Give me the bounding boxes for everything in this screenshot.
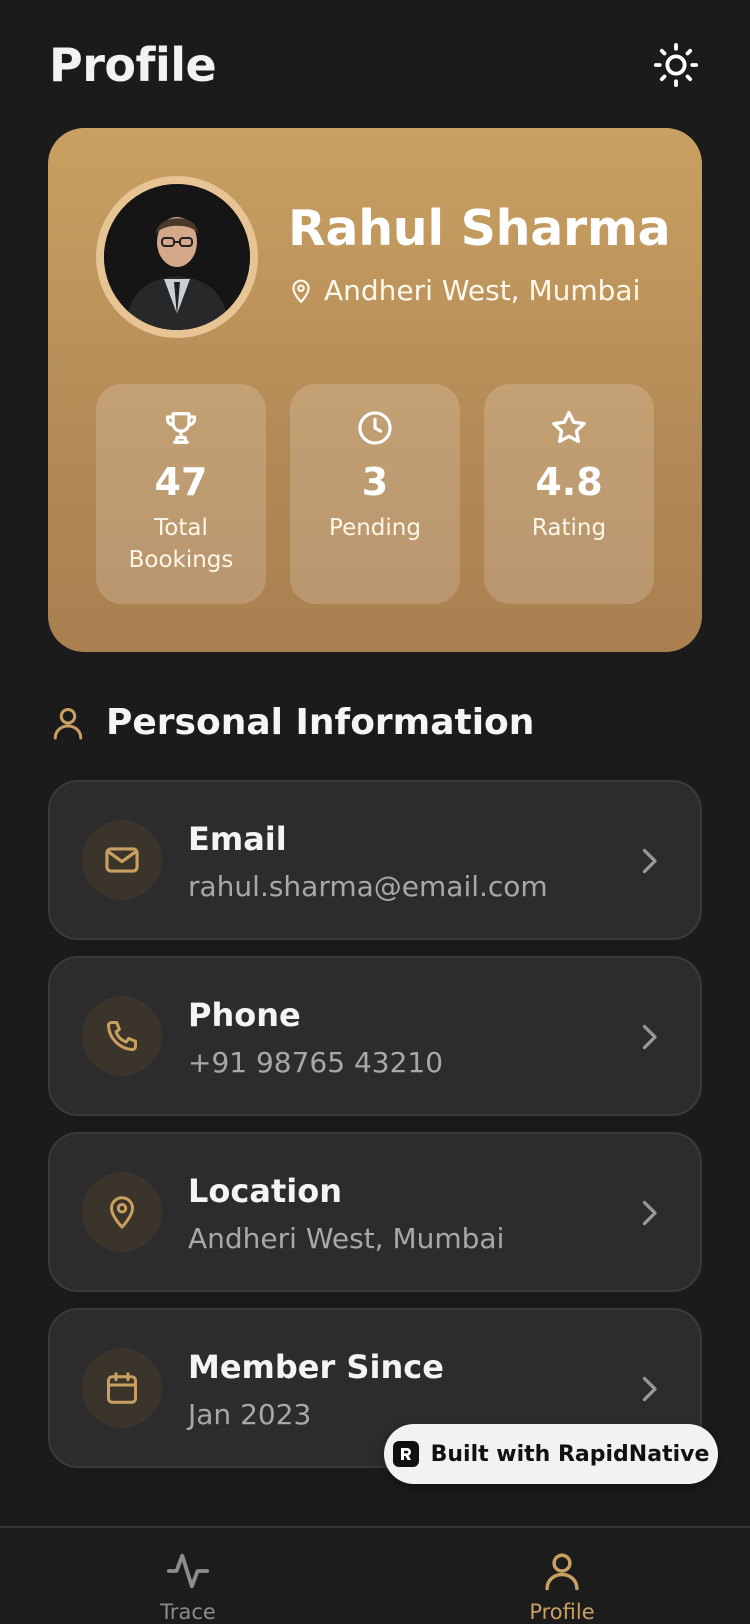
tab-trace[interactable]: Trace	[108, 1548, 268, 1624]
info-value: +91 98765 43210	[188, 1046, 444, 1079]
rapidnative-logo-icon	[392, 1441, 419, 1467]
sun-icon	[653, 42, 699, 88]
trophy-icon	[165, 412, 197, 444]
stat-label: Total Bookings	[128, 515, 234, 573]
info-item-phone[interactable]: Phone +91 98765 43210	[48, 956, 702, 1116]
info-value: Jan 2023	[188, 1398, 312, 1431]
bottom-tab-bar: Trace Profile	[0, 1526, 750, 1624]
stat-pending[interactable]: 3 Pending	[290, 384, 460, 604]
tab-profile[interactable]: Profile	[482, 1548, 642, 1624]
badge-text: Built with RapidNative	[430, 1441, 710, 1467]
stat-value: 47	[154, 460, 208, 504]
page-title: Profile	[49, 38, 217, 92]
user-name: Rahul Sharma	[288, 200, 671, 257]
user-location-text: Andheri West, Mumbai	[324, 274, 641, 307]
stat-total-bookings[interactable]: 47 Total Bookings	[96, 384, 266, 604]
avatar-ring	[96, 176, 258, 338]
stats-row: 47 Total Bookings 3 Pending 4.8 Rating	[96, 384, 654, 604]
info-item-location[interactable]: Location Andheri West, Mumbai	[48, 1132, 702, 1292]
personal-info-heading: Personal Information	[50, 702, 534, 743]
header: Profile	[49, 30, 701, 100]
theme-toggle-button[interactable]	[651, 40, 701, 90]
chevron-right-icon	[642, 1376, 657, 1402]
info-list: Email rahul.sharma@email.com Phone +91 9…	[48, 780, 702, 1484]
info-value: rahul.sharma@email.com	[188, 870, 548, 903]
stat-label: Rating	[531, 515, 607, 541]
clock-icon	[358, 411, 392, 445]
chevron-right-icon	[642, 1024, 657, 1050]
profile-card: Rahul Sharma Andheri West, Mumbai 47 Tot…	[48, 128, 702, 652]
user-icon	[545, 1553, 579, 1591]
phone-icon	[107, 1020, 138, 1051]
tab-label: Trace	[160, 1600, 216, 1624]
avatar-photo	[104, 184, 250, 330]
info-label: Location	[188, 1172, 342, 1210]
user-icon	[53, 707, 83, 739]
section-title: Personal Information	[106, 702, 535, 743]
info-label: Phone	[188, 996, 301, 1034]
info-label: Email	[188, 820, 287, 858]
calendar-icon	[107, 1372, 137, 1404]
info-item-email[interactable]: Email rahul.sharma@email.com	[48, 780, 702, 940]
map-pin-icon	[110, 1196, 134, 1229]
mail-icon	[105, 847, 139, 873]
stat-label: Pending	[329, 515, 421, 541]
stat-value: 3	[361, 460, 389, 504]
avatar[interactable]	[104, 184, 250, 330]
info-value: Andheri West, Mumbai	[188, 1222, 505, 1255]
user-location: Andheri West, Mumbai	[288, 274, 640, 307]
built-with-badge[interactable]: Built with RapidNative	[384, 1424, 718, 1484]
chevron-right-icon	[642, 848, 657, 874]
chevron-right-icon	[642, 1200, 657, 1226]
activity-icon	[166, 1553, 210, 1589]
tab-label: Profile	[529, 1600, 595, 1624]
info-label: Member Since	[188, 1348, 444, 1386]
star-icon	[552, 411, 586, 443]
map-pin-icon	[292, 279, 310, 303]
stat-rating[interactable]: 4.8 Rating	[484, 384, 654, 604]
stat-value: 4.8	[535, 460, 603, 504]
